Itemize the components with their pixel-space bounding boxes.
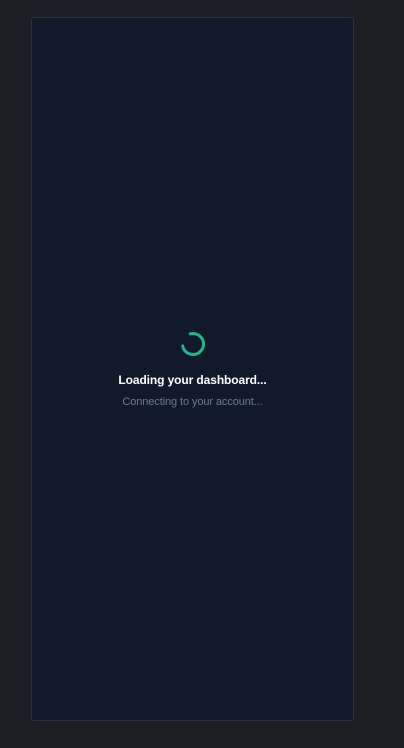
spinner-icon [180,332,205,356]
loading-subtitle: Connecting to your account... [122,396,263,408]
loading-title: Loading your dashboard... [118,373,267,387]
dashboard-panel: Loading your dashboard... Connecting to … [31,17,354,721]
page-background: Loading your dashboard... Connecting to … [0,0,404,748]
loading-indicator: Loading your dashboard... Connecting to … [32,331,353,408]
